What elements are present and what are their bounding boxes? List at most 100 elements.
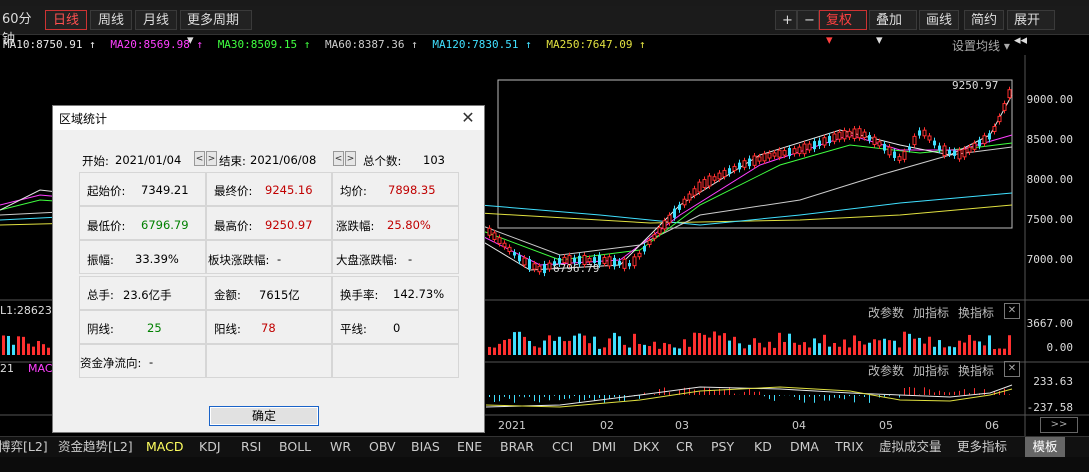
volume-bar bbox=[1003, 348, 1006, 355]
price-tick: 7500.00 bbox=[1026, 213, 1073, 226]
volume-bar bbox=[893, 340, 896, 355]
end-prev-button[interactable]: < bbox=[333, 151, 344, 166]
candle bbox=[518, 255, 521, 262]
volume-bar bbox=[723, 333, 726, 355]
scroll-right-icon[interactable]: >> bbox=[1040, 417, 1078, 433]
time-tick: 05 bbox=[879, 419, 893, 432]
candle bbox=[807, 143, 812, 151]
candle bbox=[857, 128, 862, 139]
candle bbox=[877, 141, 882, 147]
volume-bar bbox=[493, 347, 496, 355]
panel1-add-indicator[interactable]: 加指标 bbox=[913, 304, 949, 321]
period-toolbar: 60分钟 日线 周线 月线 更多周期 ▾ + − 复权 ▾ 叠加 ▾ 画线 简约… bbox=[0, 6, 1089, 48]
panel2-add-indicator[interactable]: 加指标 bbox=[913, 362, 949, 379]
tab-more-indicators[interactable]: 更多指标 bbox=[957, 437, 1007, 457]
tab-cr[interactable]: CR bbox=[676, 437, 693, 457]
period-month-button[interactable]: 月线 bbox=[135, 10, 177, 30]
zoom-in-button[interactable]: + bbox=[775, 10, 797, 30]
volume-bar bbox=[923, 343, 926, 355]
ok-button[interactable]: 确定 bbox=[209, 406, 319, 426]
simple-mode-button[interactable]: 简约 bbox=[964, 10, 1004, 30]
candle bbox=[1007, 89, 1012, 99]
start-prev-button[interactable]: < bbox=[194, 151, 205, 166]
tab-macd[interactable]: MACD bbox=[146, 437, 183, 457]
tab-trix[interactable]: TRIX bbox=[835, 437, 864, 457]
candle bbox=[948, 149, 951, 155]
draw-line-button[interactable]: 画线 bbox=[919, 10, 959, 30]
volume-bar bbox=[653, 341, 656, 355]
tab-dmi[interactable]: DMI bbox=[592, 437, 616, 457]
candle bbox=[692, 188, 697, 196]
tab-zijinqushi[interactable]: 资金趋势[L2] bbox=[58, 437, 133, 457]
candle bbox=[742, 160, 747, 168]
volume-bar bbox=[803, 342, 806, 355]
panel1-change-params[interactable]: 改参数 bbox=[868, 304, 904, 321]
volume-bar bbox=[903, 331, 906, 355]
candle bbox=[502, 242, 507, 248]
region-stats-dialog: 区域统计 ✕ 开始: 2021/01/04 < > 结束: 2021/06/08… bbox=[52, 105, 485, 433]
overlay-dropdown[interactable]: 叠加 ▾ bbox=[869, 10, 917, 48]
panel1-switch-indicator[interactable]: 换指标 bbox=[958, 304, 994, 321]
candle bbox=[828, 135, 831, 144]
panel2-switch-indicator[interactable]: 换指标 bbox=[958, 362, 994, 379]
panel2-close-icon[interactable]: ✕ bbox=[1004, 361, 1020, 377]
candle bbox=[992, 126, 997, 132]
macd-panel-label: 21 bbox=[0, 362, 14, 375]
candle bbox=[543, 263, 546, 274]
indicator-tabs: 博弈[L2] 资金趋势[L2] MACD KDJ RSI BOLL WR OBV… bbox=[0, 436, 1089, 457]
tab-kdj[interactable]: KDJ bbox=[199, 437, 221, 457]
tab-boyi[interactable]: 博弈[L2] bbox=[0, 437, 48, 457]
tab-wr[interactable]: WR bbox=[330, 437, 351, 457]
period-60min-button[interactable]: 60分钟 bbox=[0, 10, 40, 47]
fuquan-dropdown[interactable]: 复权 ▾ bbox=[819, 10, 867, 48]
tab-cci[interactable]: CCI bbox=[552, 437, 573, 457]
volume-bar bbox=[47, 347, 50, 355]
candle bbox=[673, 208, 676, 218]
tab-brar[interactable]: BRAR bbox=[500, 437, 534, 457]
volume-bar bbox=[613, 332, 616, 355]
tab-psy[interactable]: PSY bbox=[711, 437, 734, 457]
period-day-button[interactable]: 日线 bbox=[45, 10, 87, 30]
candle bbox=[748, 158, 751, 167]
tab-dma[interactable]: DMA bbox=[790, 437, 819, 457]
tab-virtual-volume[interactable]: 虚拟成交量 bbox=[879, 437, 942, 457]
close-icon[interactable]: ✕ bbox=[458, 108, 478, 128]
ma-settings-button[interactable]: 设置均线 ▾ bbox=[952, 37, 1010, 54]
volume-bar bbox=[593, 336, 596, 355]
price-tick: 7000.00 bbox=[1026, 253, 1073, 266]
candle bbox=[757, 156, 762, 162]
end-next-button[interactable]: > bbox=[345, 151, 356, 166]
tab-obv[interactable]: OBV bbox=[369, 437, 396, 457]
candle bbox=[837, 131, 842, 140]
period-week-button[interactable]: 周线 bbox=[90, 10, 132, 30]
volume-bar bbox=[718, 335, 721, 355]
volume-bar bbox=[628, 347, 631, 355]
volume-bar bbox=[528, 340, 531, 355]
qishi-value: 7349.21 bbox=[141, 183, 189, 197]
tab-kd[interactable]: KD bbox=[754, 437, 772, 457]
volume-bar bbox=[533, 346, 536, 355]
candle bbox=[797, 146, 802, 155]
panel2-change-params[interactable]: 改参数 bbox=[868, 362, 904, 379]
tab-dkx[interactable]: DKX bbox=[633, 437, 659, 457]
volume-bar bbox=[548, 335, 551, 355]
tab-boll[interactable]: BOLL bbox=[279, 437, 311, 457]
more-period-dropdown[interactable]: 更多周期 ▾ bbox=[180, 10, 252, 48]
tab-bias[interactable]: BIAS bbox=[411, 437, 440, 457]
volume-bar bbox=[503, 340, 506, 355]
candle bbox=[643, 246, 646, 252]
zhongzhi-value: 9245.16 bbox=[265, 183, 313, 197]
volume-bar bbox=[908, 333, 911, 355]
tab-ene[interactable]: ENE bbox=[457, 437, 482, 457]
tab-rsi[interactable]: RSI bbox=[241, 437, 261, 457]
zhangdie-value: 25.80% bbox=[387, 218, 431, 232]
expand-button[interactable]: 展开 ◂◂ bbox=[1007, 10, 1055, 48]
tab-template[interactable]: 模板 bbox=[1025, 437, 1065, 457]
low-price-label: 6796.79 bbox=[553, 262, 599, 275]
panel1-close-icon[interactable]: ✕ bbox=[1004, 303, 1020, 319]
volume-bar bbox=[838, 346, 841, 355]
start-next-button[interactable]: > bbox=[206, 151, 217, 166]
dialog-titlebar[interactable]: 区域统计 ✕ bbox=[53, 106, 484, 130]
candle bbox=[667, 214, 672, 224]
zoom-out-button[interactable]: − bbox=[797, 10, 819, 30]
